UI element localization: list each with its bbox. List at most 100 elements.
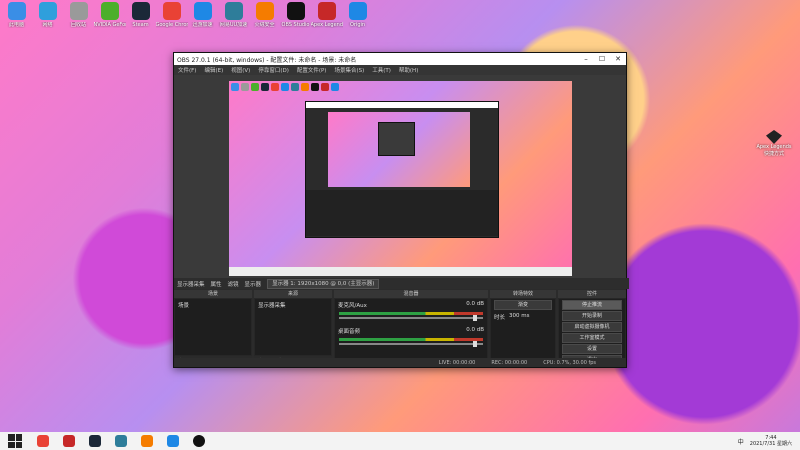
desktop-volume-slider[interactable] [339, 341, 483, 347]
app-icon [193, 2, 212, 20]
steam-taskbar-icon[interactable] [89, 435, 101, 447]
app-icon [7, 2, 26, 20]
captured-desktop-icons [231, 83, 381, 97]
app-icon [38, 2, 57, 20]
ime-indicator[interactable]: 中 [738, 437, 744, 446]
desktop-icon[interactable]: 回收站 [64, 2, 93, 28]
menu-item[interactable]: 停靠窗口(D) [258, 66, 289, 74]
transitions-dock: 转场特效 渐变 时长 300 ms [490, 290, 556, 366]
close-button[interactable]: ✕ [610, 55, 626, 63]
app-icon [69, 2, 88, 20]
mixer-title: 混音器 [334, 290, 488, 298]
window-title: OBS 27.0.1 (64-bit, windows) - 配置文件: 未命名… [177, 56, 357, 64]
control-button[interactable]: 开始录制 [562, 311, 622, 321]
rec-status: REC: 00:00:00 [491, 359, 528, 366]
filters-button[interactable]: 滤镜 [228, 280, 239, 288]
control-button[interactable]: 工作室模式 [562, 333, 622, 343]
desktop-icon-label: NVIDIA GeForce Experience [93, 22, 126, 28]
sources-title: 来源 [254, 290, 332, 298]
desktop-shortcut-label: Apex Legends 快捷方式 [756, 144, 792, 157]
control-button[interactable]: 设置 [562, 344, 622, 354]
mixer-channel-2-name: 桌面音频 [338, 329, 361, 335]
display-label: 显示器 [244, 281, 262, 288]
menu-item[interactable]: 场景集合(S) [334, 66, 364, 74]
origin-taskbar-icon[interactable] [167, 435, 179, 447]
app-icon [224, 2, 243, 20]
desktop-icon-label: Apex Legends [310, 22, 343, 28]
preview-canvas[interactable] [174, 75, 626, 278]
app-icon [131, 2, 150, 20]
captured-taskbar [229, 267, 572, 276]
desktop-icon[interactable]: 火绒安全 [250, 2, 279, 28]
menu-bar: 文件(F) 编辑(E) 视图(V) 停靠窗口(D) 配置文件(P) 场景集合(S) 工具(T… [174, 65, 626, 75]
mic-volume-slider[interactable] [339, 315, 483, 321]
mic-meter [339, 312, 483, 315]
control-button[interactable]: 启动虚拟摄像机 [562, 322, 622, 332]
windows-start-icon[interactable] [8, 434, 22, 448]
menu-item[interactable]: 配置文件(P) [297, 66, 327, 74]
minimize-button[interactable]: – [578, 55, 594, 63]
desktop-icon[interactable]: 网络 [33, 2, 62, 28]
menu-item[interactable]: 工具(T) [372, 66, 391, 74]
app-icon [162, 2, 181, 20]
taskbar: 中 7:44 2021/7/31 星期六 [0, 432, 800, 450]
duration-label: 时长 [494, 315, 506, 321]
app-icon [348, 2, 367, 20]
scenes-title: 场景 [174, 290, 252, 298]
desktop-shortcut-right[interactable]: Apex Legends 快捷方式 [756, 130, 792, 157]
chrome-taskbar-icon[interactable] [37, 435, 49, 447]
control-button[interactable]: 停止推流 [562, 300, 622, 310]
desktop-icon-label: 网易UU加速 [219, 22, 248, 28]
menu-item[interactable]: 视图(V) [231, 66, 250, 74]
status-bar: LIVE: 00:00:00 REC: 00:00:00 CPU: 0.7%, … [174, 358, 626, 367]
app-icon [286, 2, 305, 20]
menu-item[interactable]: 帮助(H) [399, 66, 418, 74]
desktop-icon-label: 火绒安全 [254, 22, 275, 28]
transition-select[interactable]: 渐变 [494, 300, 552, 310]
menu-item[interactable]: 编辑(E) [204, 66, 223, 74]
dock-area: 场景 场景 ＋－∧∨ 来源 显示器采集 ＋－⚙∧∨ 混音器 麦克风/Aux 0.… [174, 290, 626, 366]
desktop-icon[interactable]: 网易UU加速 [219, 2, 248, 28]
app-icon [255, 2, 274, 20]
source-name: 显示器采集 [177, 281, 205, 288]
desktop-audio-meter [339, 338, 483, 341]
maximize-button[interactable]: ☐ [594, 55, 610, 63]
controls-title: 控件 [558, 290, 626, 298]
menu-item[interactable]: 文件(F) [178, 66, 196, 74]
desktop-icon[interactable]: Google Chrome [156, 2, 188, 28]
source-item[interactable]: 显示器采集 [255, 299, 331, 311]
desktop-icon[interactable]: 此电脑 [2, 2, 31, 28]
desktop-icon[interactable]: Apex Legends [310, 2, 343, 28]
desktop-icon[interactable]: NVIDIA GeForce Experience [93, 2, 126, 28]
app-icon [317, 2, 336, 20]
desktop-icons: 此电脑 网络 回收站 NVIDIA GeForce Experience Steam Go… [2, 2, 372, 28]
scene-item[interactable]: 场景 [175, 299, 251, 311]
mixer-channel-2-db: 0.0 dB [466, 327, 484, 333]
clock[interactable]: 7:44 2021/7/31 星期六 [750, 435, 792, 447]
nested-obs-window [305, 101, 499, 238]
apex-taskbar-icon[interactable] [63, 435, 75, 447]
title-bar: OBS 27.0.1 (64-bit, windows) - 配置文件: 未命名… [174, 53, 626, 65]
preview-capture [229, 81, 572, 276]
desktop-icon[interactable]: Origin [343, 2, 372, 28]
system-tray: 中 7:44 2021/7/31 星期六 [738, 432, 792, 450]
controls-dock: 控件 停止推流开始录制启动虚拟摄像机工作室模式设置退出 [558, 290, 626, 366]
source-toolbar: 显示器采集 属性 滤镜 显示器 显示器 1: 1920x1080 @ 0,0 (… [174, 278, 629, 289]
huorong-taskbar-icon[interactable] [141, 435, 153, 447]
desktop-icon-label: Steam [132, 22, 149, 28]
apex-shortcut-icon [766, 130, 782, 144]
obs-taskbar-icon[interactable] [193, 435, 205, 447]
properties-button[interactable]: 属性 [211, 280, 222, 288]
display-select[interactable]: 显示器 1: 1920x1080 @ 0,0 (主显示器) [267, 278, 380, 289]
desktop-icon-label: 回收站 [70, 22, 86, 28]
transitions-title: 转场特效 [490, 290, 556, 298]
desktop-icon[interactable]: Steam [126, 2, 155, 28]
desktop-icon-label: 网络 [42, 22, 53, 28]
desktop-icon[interactable]: 迅游加速 [188, 2, 217, 28]
obs-window: OBS 27.0.1 (64-bit, windows) - 配置文件: 未命名… [173, 52, 629, 368]
desktop-icon-label: Origin [349, 22, 366, 28]
desktop-icon[interactable]: OBS Studio [281, 2, 310, 28]
app-icon [100, 2, 119, 20]
uu-taskbar-icon[interactable] [115, 435, 127, 447]
duration-input[interactable]: 300 ms [509, 313, 529, 321]
